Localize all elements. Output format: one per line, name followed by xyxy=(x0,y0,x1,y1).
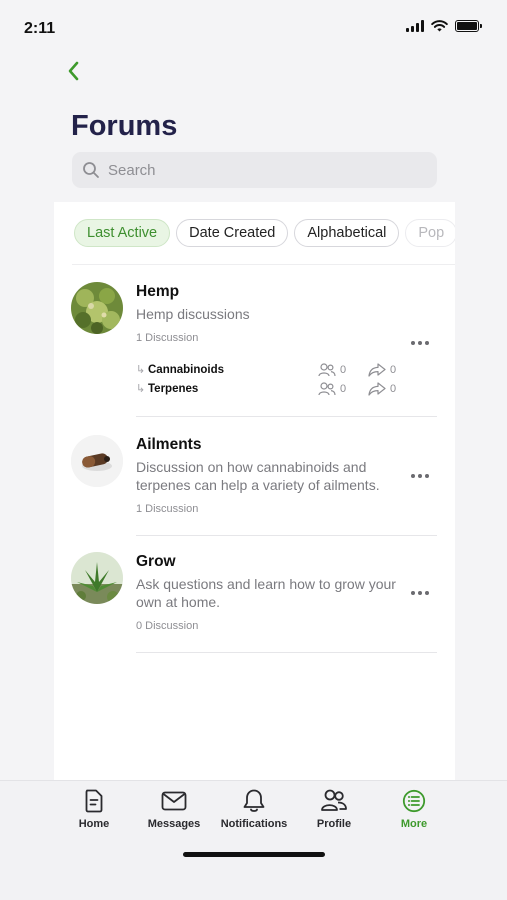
subforum-name: Terpenes xyxy=(148,382,199,395)
tab-notifications[interactable]: Notifications xyxy=(214,787,294,830)
search-bar[interactable] xyxy=(72,152,437,188)
tab-profile[interactable]: Profile xyxy=(294,787,374,830)
back-button[interactable] xyxy=(66,58,90,84)
cellular-signal-icon xyxy=(406,20,424,32)
subforum-list: ↳ Cannabinoids 0 0 ↳ Terpenes 0 0 xyxy=(136,360,437,398)
bell-icon xyxy=(214,787,294,815)
tab-messages[interactable]: Messages xyxy=(134,787,214,830)
members-count: 0 xyxy=(340,382,347,395)
divider xyxy=(136,535,437,536)
share-arrow-icon xyxy=(368,381,386,396)
forum-description: Ask questions and learn how to grow your… xyxy=(136,576,396,610)
forum-name: Hemp xyxy=(136,283,180,300)
subforum-arrow-icon: ↳ xyxy=(136,364,146,376)
tab-more[interactable]: More xyxy=(374,787,454,830)
subforum-members: 0 xyxy=(318,381,368,396)
tab-label: Profile xyxy=(316,818,352,830)
forum-avatar-grow xyxy=(71,552,123,604)
filter-chip-alphabetical[interactable]: Alphabetical xyxy=(294,219,400,247)
members-count: 0 xyxy=(340,363,347,376)
shares-count: 0 xyxy=(390,382,397,395)
tab-label: Home xyxy=(78,818,110,830)
list-circle-icon xyxy=(374,787,454,815)
status-bar: 2:11 xyxy=(0,0,507,56)
home-indicator[interactable] xyxy=(183,852,325,857)
divider xyxy=(136,416,437,417)
forum-name: Ailments xyxy=(136,436,202,453)
subforum-item-cannabinoids[interactable]: ↳ Cannabinoids 0 0 xyxy=(136,360,437,379)
forum-avatar-hemp xyxy=(71,282,123,334)
forum-discussion-count: 1 Discussion xyxy=(136,332,199,344)
forum-description: Discussion on how cannabinoids and terpe… xyxy=(136,459,380,493)
forum-item-ailments[interactable]: Ailments Discussion on how cannabinoids … xyxy=(71,435,437,545)
filter-chip-date-created[interactable]: Date Created xyxy=(176,219,289,247)
members-icon xyxy=(318,381,336,395)
subforum-item-terpenes[interactable]: ↳ Terpenes 0 0 xyxy=(136,379,437,398)
subforum-arrow-icon: ↳ xyxy=(136,383,146,395)
more-options-icon[interactable] xyxy=(411,471,431,481)
status-time: 2:11 xyxy=(24,20,56,37)
divider xyxy=(136,652,437,653)
subforum-members: 0 xyxy=(318,362,368,377)
shares-count: 0 xyxy=(390,363,397,376)
subforum-shares: 0 xyxy=(368,362,418,377)
search-icon xyxy=(83,162,99,178)
tab-label: Notifications xyxy=(220,818,288,830)
subforum-name: Cannabinoids xyxy=(148,363,225,376)
sort-filter-chips: Last Active Date Created Alphabetical Po… xyxy=(74,219,455,247)
forum-discussion-count: 0 Discussion xyxy=(136,620,199,632)
bottom-tab-bar: Home Messages Notifications Profile More xyxy=(0,780,507,900)
forum-avatar-ailments xyxy=(71,435,123,487)
forum-item-hemp[interactable]: Hemp Hemp discussions 1 Discussion ↳ Can… xyxy=(71,282,437,422)
wifi-icon xyxy=(431,20,448,32)
subforum-shares: 0 xyxy=(368,381,418,396)
battery-icon xyxy=(455,20,482,32)
share-arrow-icon xyxy=(368,362,386,377)
tab-label: More xyxy=(400,818,428,830)
forum-description: Hemp discussions xyxy=(136,306,250,322)
filter-chip-last-active[interactable]: Last Active xyxy=(74,219,171,247)
document-icon xyxy=(54,787,134,815)
users-icon xyxy=(294,787,374,815)
filter-chip-popular[interactable]: Pop xyxy=(405,219,455,247)
envelope-icon xyxy=(134,787,214,815)
forum-item-grow[interactable]: Grow Ask questions and learn how to grow… xyxy=(71,552,437,662)
forum-discussion-count: 1 Discussion xyxy=(136,503,199,515)
divider xyxy=(72,264,455,265)
tab-label: Messages xyxy=(147,818,201,830)
search-input[interactable] xyxy=(108,161,408,179)
status-icons xyxy=(406,20,482,32)
forum-list-panel: Last Active Date Created Alphabetical Po… xyxy=(54,202,455,780)
more-options-icon[interactable] xyxy=(411,588,431,598)
forum-name: Grow xyxy=(136,553,176,570)
more-options-icon[interactable] xyxy=(411,338,431,348)
members-icon xyxy=(318,362,336,376)
tab-home[interactable]: Home xyxy=(54,787,134,830)
page-title: Forums xyxy=(71,110,178,142)
chevron-left-icon xyxy=(68,61,79,81)
